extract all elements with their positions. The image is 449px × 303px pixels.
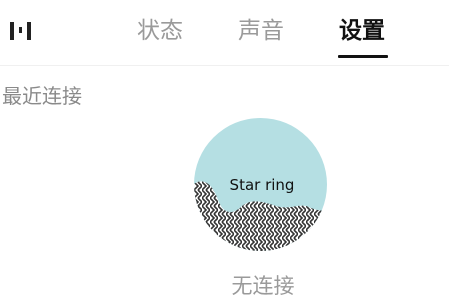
top-navigation-bar: 状态 声音 设置 [0,0,449,66]
connection-status-text: 无连接 [231,274,295,298]
tab-status[interactable]: 状态 [137,16,183,46]
tab-sound[interactable]: 声音 [238,16,284,46]
recent-connections-title: 最近连接 [2,84,82,108]
app-root: 状态 声音 设置 最近连接 Star ring 无连接 [0,0,449,303]
app-logo-icon[interactable] [8,18,38,44]
recent-device-card[interactable] [194,118,327,251]
tab-settings[interactable]: 设置 [339,16,385,46]
active-tab-indicator [338,55,388,58]
ring-device-icon [194,118,327,251]
